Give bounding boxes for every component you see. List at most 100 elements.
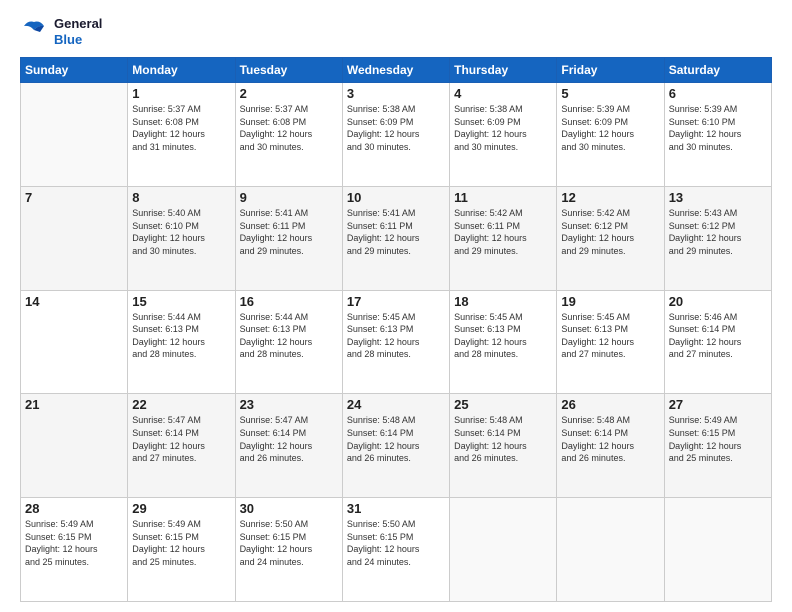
day-number: 29	[132, 501, 230, 516]
day-cell: 26 Sunrise: 5:48 AMSunset: 6:14 PMDayligh…	[557, 394, 664, 498]
col-header-wednesday: Wednesday	[342, 58, 449, 83]
day-info: Sunrise: 5:49 AMSunset: 6:15 PMDaylight:…	[25, 518, 123, 568]
day-cell: 4 Sunrise: 5:38 AMSunset: 6:09 PMDaylight…	[450, 83, 557, 187]
day-cell: 1Sunrise: 5:37 AMSunset: 6:08 PMDaylight…	[128, 83, 235, 187]
day-number: 20	[669, 294, 767, 309]
day-info: Sunrise: 5:43 AMSunset: 6:12 PMDaylight:…	[669, 207, 767, 257]
day-info: Sunrise: 5:50 AMSunset: 6:15 PMDaylight:…	[240, 518, 338, 568]
logo-general: General	[54, 16, 102, 32]
day-cell: 3 Sunrise: 5:38 AMSunset: 6:09 PMDaylight…	[342, 83, 449, 187]
day-cell: 12Sunrise: 5:42 AMSunset: 6:12 PMDayligh…	[557, 186, 664, 290]
day-info: Sunrise: 5:44 AMSunset: 6:13 PMDaylight:…	[240, 311, 338, 361]
day-info: Sunrise: 5:39 AMSunset: 6:09 PMDaylight:…	[561, 103, 659, 153]
day-number: 23	[240, 397, 338, 412]
day-info: Sunrise: 5:48 AMSunset: 6:14 PMDaylight:…	[454, 414, 552, 464]
week-row-4: 21 22 Sunrise: 5:47 AMSunset: 6:14 PMDayli…	[21, 394, 772, 498]
day-cell: 2 Sunrise: 5:37 AMSunset: 6:08 PMDaylight…	[235, 83, 342, 187]
day-cell: 17 Sunrise: 5:45 AMSunset: 6:13 PMDayligh…	[342, 290, 449, 394]
day-number: 31	[347, 501, 445, 516]
day-cell	[557, 498, 664, 602]
day-cell: 29 Sunrise: 5:49 AMSunset: 6:15 PMDayligh…	[128, 498, 235, 602]
day-number: 19	[561, 294, 659, 309]
day-number: 15	[132, 294, 230, 309]
day-cell	[450, 498, 557, 602]
day-cell: 8 Sunrise: 5:40 AMSunset: 6:10 PMDaylight…	[128, 186, 235, 290]
day-number: 17	[347, 294, 445, 309]
day-info: Sunrise: 5:45 AMSunset: 6:13 PMDaylight:…	[347, 311, 445, 361]
day-cell: 14	[21, 290, 128, 394]
day-info: Sunrise: 5:38 AMSunset: 6:09 PMDaylight:…	[347, 103, 445, 153]
day-number: 18	[454, 294, 552, 309]
day-info: Sunrise: 5:40 AMSunset: 6:10 PMDaylight:…	[132, 207, 230, 257]
day-info: Sunrise: 5:37 AMSunset: 6:08 PMDaylight:…	[240, 103, 338, 153]
day-cell: 10 Sunrise: 5:41 AMSunset: 6:11 PMDayligh…	[342, 186, 449, 290]
week-row-1: 1Sunrise: 5:37 AMSunset: 6:08 PMDaylight…	[21, 83, 772, 187]
day-cell: 30Sunrise: 5:50 AMSunset: 6:15 PMDayligh…	[235, 498, 342, 602]
day-cell: 16 Sunrise: 5:44 AMSunset: 6:13 PMDayligh…	[235, 290, 342, 394]
day-number: 14	[25, 294, 123, 309]
day-number: 2	[240, 86, 338, 101]
day-info: Sunrise: 5:38 AMSunset: 6:09 PMDaylight:…	[454, 103, 552, 153]
day-info: Sunrise: 5:47 AMSunset: 6:14 PMDaylight:…	[240, 414, 338, 464]
day-number: 22	[132, 397, 230, 412]
day-info: Sunrise: 5:49 AMSunset: 6:15 PMDaylight:…	[669, 414, 767, 464]
day-info: Sunrise: 5:41 AMSunset: 6:11 PMDaylight:…	[240, 207, 338, 257]
logo: General Blue	[20, 16, 102, 47]
col-header-sunday: Sunday	[21, 58, 128, 83]
day-cell: 13 Sunrise: 5:43 AMSunset: 6:12 PMDayligh…	[664, 186, 771, 290]
day-cell: 28 Sunrise: 5:49 AMSunset: 6:15 PMDayligh…	[21, 498, 128, 602]
day-number: 8	[132, 190, 230, 205]
day-number: 10	[347, 190, 445, 205]
col-header-monday: Monday	[128, 58, 235, 83]
logo-blue: Blue	[54, 32, 102, 48]
day-info: Sunrise: 5:39 AMSunset: 6:10 PMDaylight:…	[669, 103, 767, 153]
day-info: Sunrise: 5:41 AMSunset: 6:11 PMDaylight:…	[347, 207, 445, 257]
day-number: 6	[669, 86, 767, 101]
calendar-table: SundayMondayTuesdayWednesdayThursdayFrid…	[20, 57, 772, 602]
day-number: 4	[454, 86, 552, 101]
day-cell: 24 Sunrise: 5:48 AMSunset: 6:14 PMDayligh…	[342, 394, 449, 498]
col-header-friday: Friday	[557, 58, 664, 83]
day-number: 11	[454, 190, 552, 205]
week-row-2: 78 Sunrise: 5:40 AMSunset: 6:10 PMDayligh…	[21, 186, 772, 290]
week-row-3: 1415Sunrise: 5:44 AMSunset: 6:13 PMDayli…	[21, 290, 772, 394]
day-info: Sunrise: 5:42 AMSunset: 6:11 PMDaylight:…	[454, 207, 552, 257]
day-info: Sunrise: 5:49 AMSunset: 6:15 PMDaylight:…	[132, 518, 230, 568]
day-number: 24	[347, 397, 445, 412]
day-info: Sunrise: 5:37 AMSunset: 6:08 PMDaylight:…	[132, 103, 230, 153]
day-info: Sunrise: 5:45 AMSunset: 6:13 PMDaylight:…	[561, 311, 659, 361]
day-cell: 5Sunrise: 5:39 AMSunset: 6:09 PMDaylight…	[557, 83, 664, 187]
day-cell: 7	[21, 186, 128, 290]
day-cell: 6 Sunrise: 5:39 AMSunset: 6:10 PMDaylight…	[664, 83, 771, 187]
col-header-saturday: Saturday	[664, 58, 771, 83]
day-number: 25	[454, 397, 552, 412]
col-header-tuesday: Tuesday	[235, 58, 342, 83]
day-info: Sunrise: 5:48 AMSunset: 6:14 PMDaylight:…	[561, 414, 659, 464]
logo-bird-icon	[20, 18, 48, 46]
day-number: 26	[561, 397, 659, 412]
day-number: 3	[347, 86, 445, 101]
day-cell: 27 Sunrise: 5:49 AMSunset: 6:15 PMDayligh…	[664, 394, 771, 498]
col-header-thursday: Thursday	[450, 58, 557, 83]
day-cell: 20 Sunrise: 5:46 AMSunset: 6:14 PMDayligh…	[664, 290, 771, 394]
page: General Blue SundayMondayTuesdayWednesda…	[0, 0, 792, 612]
day-cell: 15Sunrise: 5:44 AMSunset: 6:13 PMDayligh…	[128, 290, 235, 394]
day-cell: 11 Sunrise: 5:42 AMSunset: 6:11 PMDayligh…	[450, 186, 557, 290]
day-cell: 31 Sunrise: 5:50 AMSunset: 6:15 PMDayligh…	[342, 498, 449, 602]
day-cell: 19 Sunrise: 5:45 AMSunset: 6:13 PMDayligh…	[557, 290, 664, 394]
day-number: 21	[25, 397, 123, 412]
day-number: 28	[25, 501, 123, 516]
day-info: Sunrise: 5:50 AMSunset: 6:15 PMDaylight:…	[347, 518, 445, 568]
day-cell: 25 Sunrise: 5:48 AMSunset: 6:14 PMDayligh…	[450, 394, 557, 498]
week-row-5: 28 Sunrise: 5:49 AMSunset: 6:15 PMDayligh…	[21, 498, 772, 602]
day-cell: 18 Sunrise: 5:45 AMSunset: 6:13 PMDayligh…	[450, 290, 557, 394]
header: General Blue	[20, 16, 772, 47]
calendar-header-row: SundayMondayTuesdayWednesdayThursdayFrid…	[21, 58, 772, 83]
day-info: Sunrise: 5:45 AMSunset: 6:13 PMDaylight:…	[454, 311, 552, 361]
day-cell	[21, 83, 128, 187]
day-number: 13	[669, 190, 767, 205]
day-number: 16	[240, 294, 338, 309]
day-number: 27	[669, 397, 767, 412]
day-info: Sunrise: 5:46 AMSunset: 6:14 PMDaylight:…	[669, 311, 767, 361]
day-info: Sunrise: 5:48 AMSunset: 6:14 PMDaylight:…	[347, 414, 445, 464]
